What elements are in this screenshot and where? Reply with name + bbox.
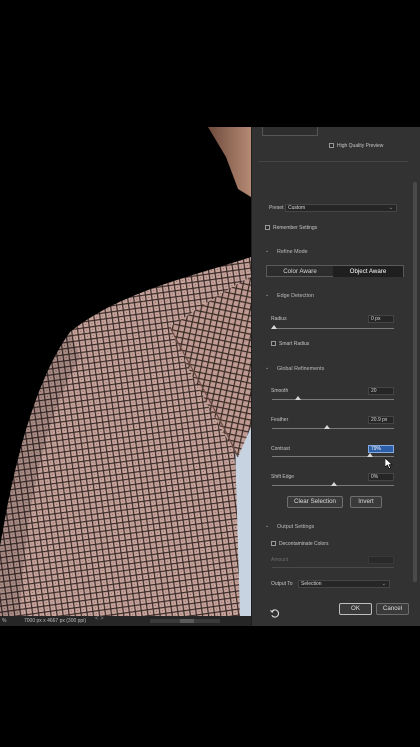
remember-settings-checkbox[interactable] — [265, 225, 270, 230]
clear-selection-button[interactable]: Clear Selection — [287, 496, 343, 508]
feather-slider-thumb[interactable] — [324, 425, 330, 429]
radius-field[interactable]: 0 px — [368, 315, 394, 323]
remember-settings-label: Remember Settings — [273, 225, 318, 231]
reset-icon[interactable] — [270, 605, 280, 623]
radius-slider[interactable] — [272, 328, 394, 329]
ok-button[interactable]: OK — [339, 603, 372, 615]
chevron-down-icon[interactable]: ⌄ — [265, 292, 269, 298]
high-quality-preview-checkbox[interactable] — [329, 143, 334, 148]
decontaminate-colors-label: Decontaminate Colors — [279, 541, 329, 547]
divider — [258, 161, 408, 162]
shift-edge-label: Shift Edge — [271, 474, 295, 480]
chevron-down-icon[interactable]: ⌄ — [265, 248, 269, 254]
view-mode-thumbnail[interactable] — [262, 127, 318, 136]
smooth-slider-thumb[interactable] — [295, 396, 301, 400]
radius-label: Radius — [271, 316, 287, 322]
invert-button[interactable]: Invert — [350, 496, 382, 508]
amount-slider — [272, 567, 394, 568]
horizontal-scroll-thumb[interactable] — [180, 619, 194, 623]
output-to-label: Output To — [271, 581, 293, 587]
feather-field[interactable]: 20.9 px — [368, 416, 394, 424]
amount-label: Amount — [271, 557, 289, 563]
color-aware-option[interactable]: Color Aware — [267, 266, 333, 277]
smooth-field[interactable]: 20 — [368, 387, 394, 395]
smart-radius-label: Smart Radius — [279, 341, 310, 347]
radius-slider-thumb[interactable] — [271, 325, 277, 329]
zoom-level[interactable]: % — [0, 618, 20, 624]
object-aware-option[interactable]: Object Aware — [333, 266, 403, 277]
refine-mode-heading[interactable]: Refine Mode — [277, 249, 308, 255]
contrast-field[interactable]: 79% — [368, 445, 394, 453]
preset-dropdown[interactable]: Custom ⌄ — [285, 204, 397, 212]
shift-edge-slider-thumb[interactable] — [331, 482, 337, 486]
chevron-down-icon: ⌄ — [381, 581, 386, 587]
preset-value: Custom — [288, 205, 306, 211]
high-quality-preview-label: High Quality Preview — [337, 143, 384, 149]
chevron-down-icon: ⌄ — [388, 205, 393, 211]
chevron-down-icon[interactable]: ⌄ — [265, 523, 269, 529]
preset-label: Preset — [269, 205, 284, 211]
feather-label: Feather — [271, 417, 289, 423]
contrast-slider[interactable] — [272, 456, 394, 457]
decontaminate-colors-checkbox[interactable] — [271, 541, 276, 546]
smooth-label: Smooth — [271, 388, 289, 394]
status-nav-arrows[interactable]: < > — [95, 616, 104, 622]
edge-detection-heading[interactable]: Edge Detection — [277, 293, 314, 299]
amount-field — [368, 556, 394, 564]
image-canvas[interactable] — [0, 127, 251, 616]
refine-mode-toggle: Color Aware Object Aware — [266, 265, 404, 277]
panel-scrollbar[interactable] — [413, 182, 417, 582]
select-and-mask-panel: High Quality Preview Preset Custom ⌄ Rem… — [251, 127, 420, 626]
output-to-value: Selection — [301, 581, 322, 587]
output-settings-heading[interactable]: Output Settings — [277, 524, 314, 530]
cancel-button[interactable]: Cancel — [376, 603, 409, 615]
jacket-photo — [0, 127, 251, 616]
contrast-label: Contrast — [271, 446, 290, 452]
feather-slider[interactable] — [272, 428, 394, 429]
smart-radius-checkbox[interactable] — [271, 341, 276, 346]
document-info: 7000 px x 4667 px (300 ppi) — [24, 618, 86, 624]
smooth-slider[interactable] — [272, 399, 394, 400]
chevron-down-icon[interactable]: ⌄ — [265, 365, 269, 371]
global-refinements-heading[interactable]: Global Refinements — [277, 366, 324, 372]
contrast-slider-thumb[interactable] — [367, 453, 373, 457]
output-to-dropdown[interactable]: Selection ⌄ — [298, 580, 390, 588]
shift-edge-field[interactable]: 0% — [368, 473, 394, 481]
